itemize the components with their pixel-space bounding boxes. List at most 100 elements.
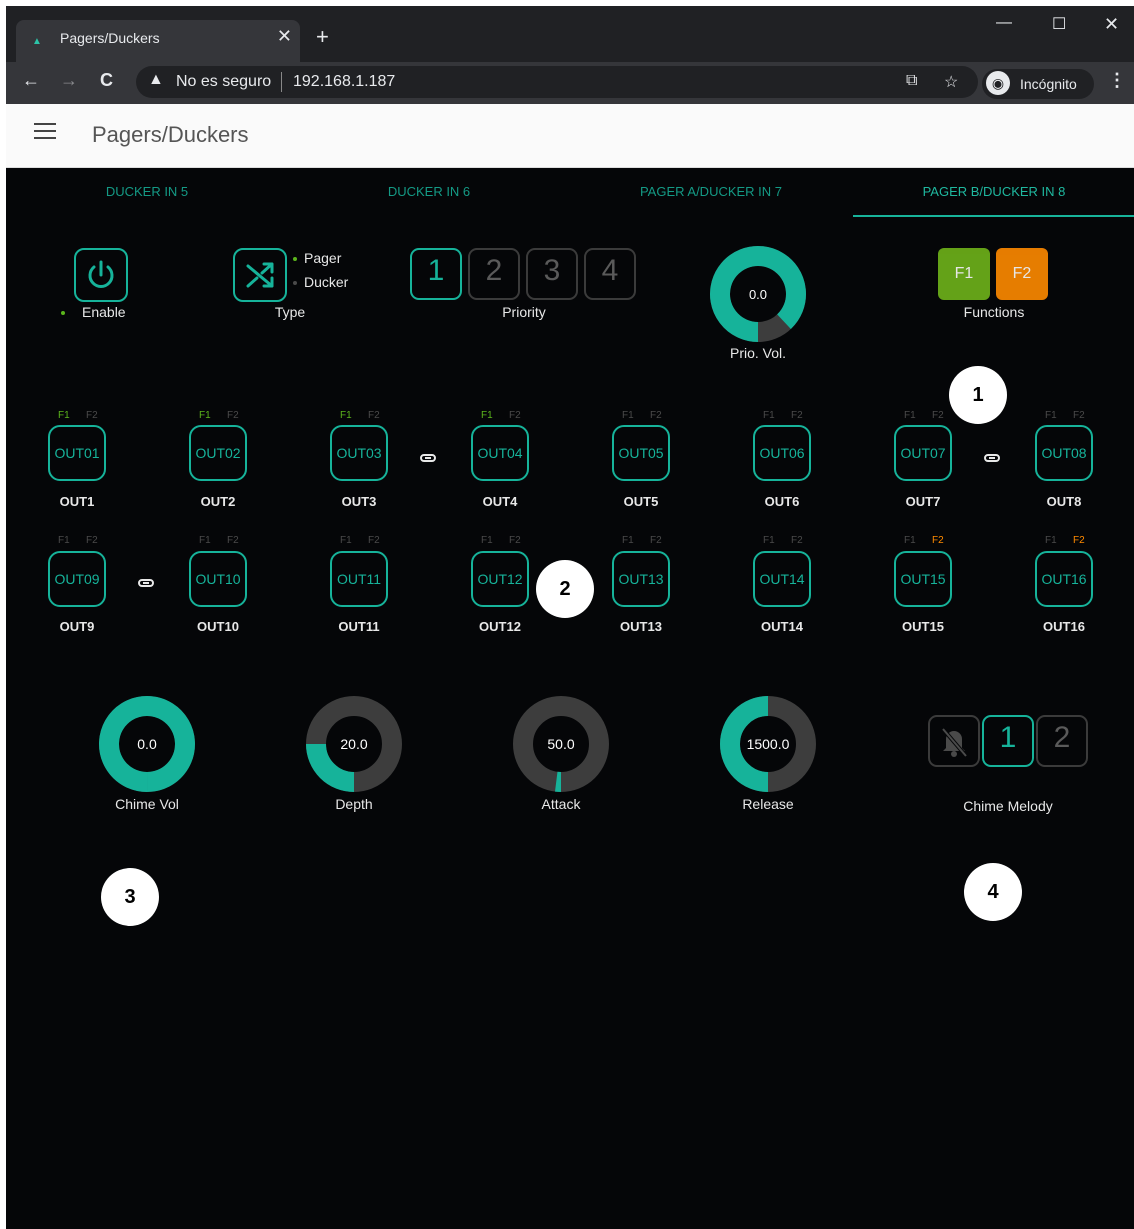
release-knob[interactable]: 1500.0 (718, 694, 818, 794)
output-name-6: OUT6 (764, 494, 800, 509)
type-option-ducker[interactable]: Ducker (304, 274, 348, 290)
app-bar: Pagers/Duckers (6, 104, 1134, 168)
chime-melody-1-button[interactable]: 1 (982, 715, 1034, 767)
out-f2-flag: F2 (86, 410, 98, 421)
output-button-5[interactable]: OUT05 (612, 425, 670, 481)
out-f1-flag: F1 (904, 535, 916, 546)
url-text[interactable]: 192.168.1.187 (293, 73, 395, 91)
callout-2: 2 (536, 560, 594, 618)
out-f1-flag: F1 (340, 535, 352, 546)
tab-pager-b-ducker-in-8[interactable]: PAGER B/DUCKER IN 8 (853, 184, 1134, 199)
output-button-10[interactable]: OUT10 (189, 551, 247, 607)
browser-tab[interactable]: ▲ Pagers/Duckers ✕ (16, 20, 300, 64)
tab-strip: ▲ Pagers/Duckers ✕ + — ☐ ✕ (6, 6, 1134, 64)
output-name-14: OUT14 (761, 619, 803, 634)
enable-status-dot (61, 311, 65, 315)
priority-3-button[interactable]: 3 (526, 248, 578, 300)
release-label: Release (742, 796, 794, 812)
output-button-14[interactable]: OUT14 (753, 551, 811, 607)
out-f1-flag: F1 (58, 535, 70, 546)
function-f1-button[interactable]: F1 (938, 248, 990, 300)
translate-icon[interactable]: ⧉ (906, 72, 917, 90)
output-button-13[interactable]: OUT13 (612, 551, 670, 607)
out-f1-flag: F1 (763, 535, 775, 546)
functions-label: Functions (963, 304, 1025, 320)
out-f1-flag: F1 (481, 410, 493, 421)
back-icon[interactable]: ← (22, 70, 40, 91)
output-name-9: OUT9 (59, 619, 95, 634)
shuffle-icon (246, 262, 274, 288)
out-f2-flag: F2 (368, 535, 380, 546)
output-name-15: OUT15 (902, 619, 944, 634)
priority-2-button[interactable]: 2 (468, 248, 520, 300)
window-close-icon[interactable]: ✕ (1104, 14, 1119, 35)
output-button-8[interactable]: OUT08 (1035, 425, 1093, 481)
release-value: 1500.0 (747, 736, 790, 752)
chime-mute-button[interactable] (928, 715, 980, 767)
output-button-15[interactable]: OUT15 (894, 551, 952, 607)
type-option-pager[interactable]: Pager (304, 250, 341, 266)
output-button-2[interactable]: OUT02 (189, 425, 247, 481)
hamburger-menu-icon[interactable] (34, 123, 56, 141)
output-name-12: OUT12 (479, 619, 521, 634)
function-f2-button[interactable]: F2 (996, 248, 1048, 300)
tab-ducker-in-5[interactable]: DUCKER IN 5 (6, 184, 288, 199)
enable-button[interactable] (74, 248, 128, 302)
attack-knob[interactable]: 50.0 (511, 694, 611, 794)
out-f2-flag: F2 (509, 535, 521, 546)
incognito-icon: ◉ (986, 71, 1010, 95)
warning-icon[interactable]: ▲ (148, 71, 164, 89)
output-button-16[interactable]: OUT16 (1035, 551, 1093, 607)
link-out3-out4-icon[interactable] (420, 454, 436, 462)
output-button-4[interactable]: OUT04 (471, 425, 529, 481)
link-out7-out8-icon[interactable] (984, 454, 1000, 462)
output-name-16: OUT16 (1043, 619, 1085, 634)
chime-melody-2-button[interactable]: 2 (1036, 715, 1088, 767)
depth-knob[interactable]: 20.0 (304, 694, 404, 794)
out-f2-flag: F2 (1073, 410, 1085, 421)
reload-icon[interactable]: C (100, 70, 113, 91)
out-f1-flag: F1 (904, 410, 916, 421)
favicon-icon: ▲ (32, 36, 42, 47)
output-button-7[interactable]: OUT07 (894, 425, 952, 481)
browser-menu-icon[interactable]: ⋮ (1108, 70, 1126, 91)
out-f2-flag: F2 (791, 410, 803, 421)
power-icon (88, 260, 114, 288)
tab-ducker-in-6[interactable]: DUCKER IN 6 (288, 184, 570, 199)
page-title: Pagers/Duckers (92, 122, 249, 147)
priority-1-button[interactable]: 1 (410, 248, 462, 300)
incognito-label: Incógnito (1020, 76, 1077, 92)
tab-pager-a-ducker-in-7[interactable]: PAGER A/DUCKER IN 7 (570, 184, 852, 199)
out-f1-flag: F1 (1045, 410, 1057, 421)
out-f1-flag: F1 (340, 410, 352, 421)
toolbar: ← → C ▲ No es seguro 192.168.1.187 ⧉ ☆ ◉… (6, 62, 1134, 104)
priority-4-button[interactable]: 4 (584, 248, 636, 300)
maximize-icon[interactable]: ☐ (1052, 14, 1066, 34)
output-button-9[interactable]: OUT09 (48, 551, 106, 607)
active-tab-indicator (853, 215, 1134, 217)
incognito-badge[interactable]: ◉ Incógnito (982, 69, 1094, 99)
security-label[interactable]: No es seguro (176, 73, 271, 91)
out-f2-flag: F2 (1073, 535, 1085, 546)
output-button-3[interactable]: OUT03 (330, 425, 388, 481)
prio-vol-knob[interactable]: 0.0 (708, 244, 808, 344)
prio-vol-label: Prio. Vol. (729, 345, 787, 361)
out-f1-flag: F1 (199, 410, 211, 421)
forward-icon[interactable]: → (60, 70, 78, 91)
output-button-12[interactable]: OUT12 (471, 551, 529, 607)
output-button-6[interactable]: OUT06 (753, 425, 811, 481)
type-button[interactable] (233, 248, 287, 302)
chime-melody-label: Chime Melody (963, 798, 1053, 814)
close-tab-icon[interactable]: ✕ (277, 26, 292, 47)
chime-vol-knob[interactable]: 0.0 (97, 694, 197, 794)
link-out9-out10-icon[interactable] (138, 579, 154, 587)
attack-label: Attack (541, 796, 581, 812)
output-button-11[interactable]: OUT11 (330, 551, 388, 607)
output-name-1: OUT1 (59, 494, 95, 509)
address-bar[interactable]: ▲ No es seguro 192.168.1.187 ⧉ ☆ (136, 66, 978, 98)
new-tab-icon[interactable]: + (316, 24, 329, 50)
bookmark-star-icon[interactable]: ☆ (944, 72, 958, 92)
callout-3: 3 (101, 868, 159, 926)
minimize-icon[interactable]: — (996, 14, 1012, 32)
output-button-1[interactable]: OUT01 (48, 425, 106, 481)
